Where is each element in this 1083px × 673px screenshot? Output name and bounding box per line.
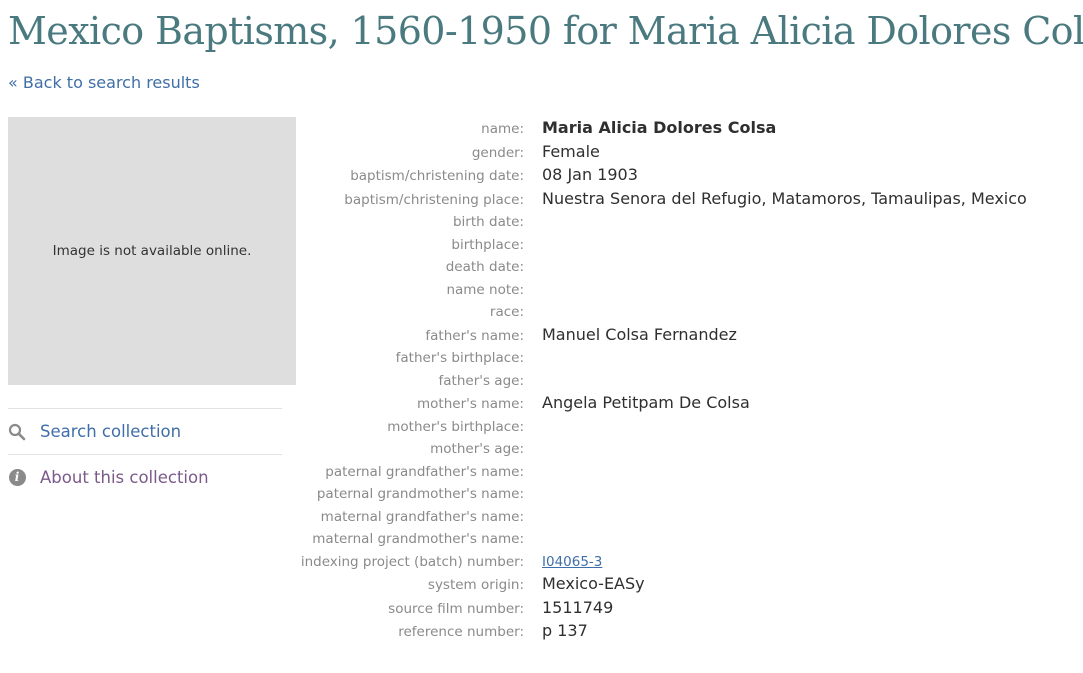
field-row-source-film: source film number: 1511749 [300, 597, 1027, 621]
field-row-race: race: [300, 301, 1027, 324]
field-row-mother-age: mother's age: [300, 438, 1027, 461]
field-row-gender: gender: Female [300, 141, 1027, 165]
field-value: Nuestra Senora del Refugio, Matamoros, T… [542, 188, 1027, 208]
field-row-death-date: death date: [300, 256, 1027, 279]
field-label: race: [489, 304, 524, 320]
search-icon [8, 423, 26, 441]
field-value: Female [542, 141, 600, 161]
field-label: father's birthplace: [395, 350, 524, 366]
field-label: name: [481, 121, 524, 137]
field-row-birth-date: birth date: [300, 211, 1027, 234]
search-collection-label[interactable]: Search collection [40, 422, 181, 441]
about-collection-label[interactable]: About this collection [40, 468, 209, 487]
field-label: birth date: [452, 214, 524, 230]
field-row-birthplace: birthplace: [300, 234, 1027, 257]
field-row-system-origin: system origin: Mexico-EASy [300, 573, 1027, 597]
field-label: name note: [446, 281, 524, 298]
search-collection-link[interactable]: Search collection [8, 408, 282, 454]
field-row-father-name: father's name: Manuel Colsa Fernandez [300, 324, 1027, 348]
field-label: reference number: [398, 624, 524, 640]
field-label: mother's name: [417, 396, 524, 412]
batch-number-link[interactable]: I04065-3 [542, 551, 602, 574]
back-to-results-link[interactable]: « Back to search results [8, 74, 200, 92]
field-label: source film number: [388, 600, 524, 617]
field-value: Maria Alicia Dolores Colsa [542, 118, 777, 137]
field-label: mother's age: [430, 441, 524, 457]
field-label: death date: [445, 259, 524, 275]
field-row-name-note: name note: [300, 279, 1027, 302]
field-value: 08 Jan 1903 [542, 165, 638, 184]
field-row-mother-name: mother's name: Angela Petitpam De Colsa [300, 392, 1027, 416]
record-image-placeholder: Image is not available online. [8, 117, 296, 385]
field-label: paternal grandfather's name: [325, 463, 524, 480]
field-label: birthplace: [451, 236, 524, 253]
field-row-paternal-grandfather: paternal grandfather's name: [300, 461, 1027, 484]
field-label: system origin: [427, 577, 524, 593]
field-label: baptism/christening date: [350, 168, 524, 184]
about-collection-link[interactable]: i About this collection [8, 454, 282, 500]
field-row-baptism-place: baptism/christening place: Nuestra Senor… [300, 188, 1027, 212]
field-row-father-age: father's age: [300, 370, 1027, 393]
field-label: maternal grandmother's name: [312, 531, 524, 547]
field-row-name: name: Maria Alicia Dolores Colsa [300, 117, 1027, 141]
field-row-batch-number: indexing project (batch) number: I04065-… [300, 551, 1027, 574]
field-row-mother-birthplace: mother's birthplace: [300, 416, 1027, 439]
field-row-reference-number: reference number: p 137 [300, 620, 1027, 644]
field-value: 1511749 [542, 597, 614, 617]
field-value: p 137 [542, 621, 588, 640]
info-icon: i [8, 469, 26, 487]
field-row-father-birthplace: father's birthplace: [300, 347, 1027, 370]
field-label: mother's birthplace: [387, 418, 524, 435]
field-row-maternal-grandfather: maternal grandfather's name: [300, 506, 1027, 529]
field-label: maternal grandfather's name: [320, 508, 524, 525]
page-title: Mexico Baptisms, 1560-1950 for Maria Ali… [8, 9, 1083, 53]
field-value: Angela Petitpam De Colsa [542, 393, 750, 412]
field-value: Mexico-EASy [542, 574, 645, 593]
field-label: indexing project (batch) number: [300, 553, 524, 570]
collection-nav: Search collection i About this collectio… [8, 408, 282, 500]
field-label: paternal grandmother's name: [316, 486, 524, 502]
field-label: gender: [471, 144, 524, 161]
field-row-baptism-date: baptism/christening date: 08 Jan 1903 [300, 164, 1027, 188]
field-label: father's name: [425, 327, 524, 344]
record-details: name: Maria Alicia Dolores Colsa gender:… [300, 117, 1027, 644]
field-value: Manuel Colsa Fernandez [542, 324, 737, 344]
field-row-maternal-grandmother: maternal grandmother's name: [300, 528, 1027, 551]
field-label: baptism/christening place: [344, 191, 524, 208]
field-label: father's age: [438, 372, 524, 389]
image-unavailable-message: Image is not available online. [52, 243, 252, 259]
field-row-paternal-grandmother: paternal grandmother's name: [300, 483, 1027, 506]
